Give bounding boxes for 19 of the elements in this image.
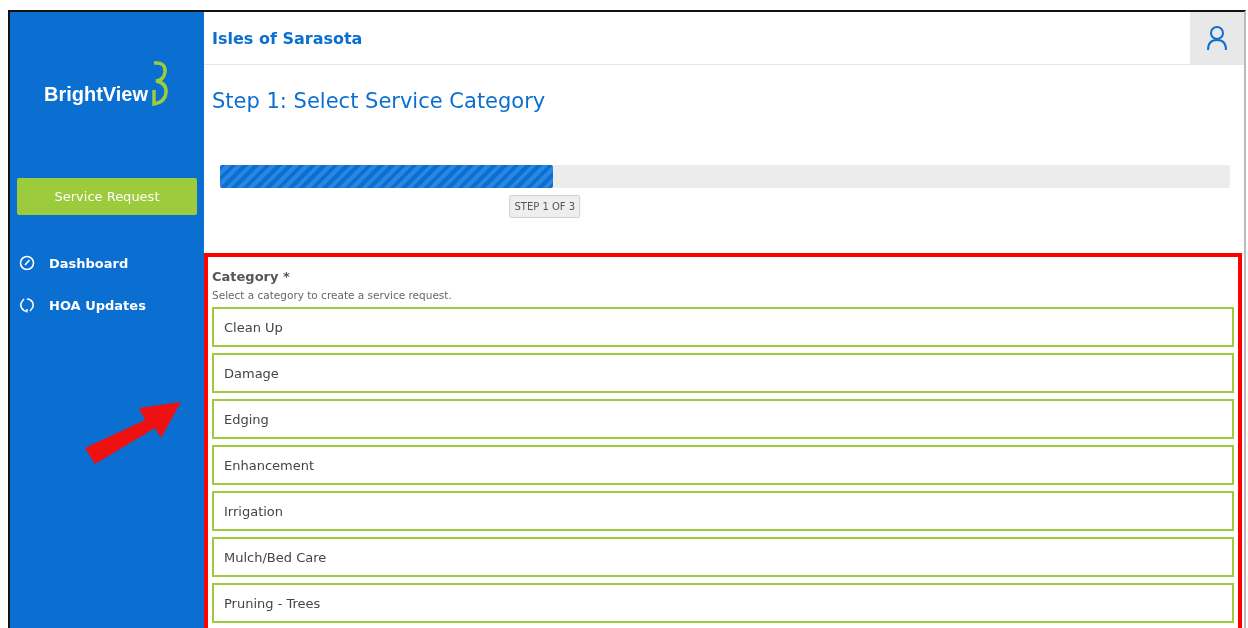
category-option[interactable]: Enhancement bbox=[212, 445, 1234, 485]
user-icon bbox=[1206, 25, 1228, 51]
user-button[interactable] bbox=[1190, 12, 1244, 64]
gauge-icon bbox=[19, 255, 35, 271]
field-label: Category * bbox=[212, 269, 291, 284]
logo-text: BrightView bbox=[43, 83, 149, 107]
category-option[interactable]: Mulch/Bed Care bbox=[212, 537, 1234, 577]
page-title: Step 1: Select Service Category bbox=[212, 89, 547, 113]
nav-item[interactable]: HOA Updates bbox=[17, 297, 197, 313]
category-option[interactable]: Clean Up bbox=[212, 307, 1234, 347]
site-title: Isles of Sarasota bbox=[212, 28, 363, 48]
category-option[interactable]: Edging bbox=[212, 399, 1234, 439]
refresh-icon bbox=[19, 297, 35, 313]
category-option[interactable]: Pruning - Trees bbox=[212, 583, 1234, 623]
category-option[interactable]: Damage bbox=[212, 353, 1234, 393]
nav-item[interactable]: Dashboard bbox=[17, 255, 197, 271]
category-option[interactable]: Irrigation bbox=[212, 491, 1234, 531]
field-hint: Select a category to create a service request. bbox=[212, 289, 453, 301]
step-tooltip: STEP 1 OF 3 bbox=[509, 195, 581, 218]
